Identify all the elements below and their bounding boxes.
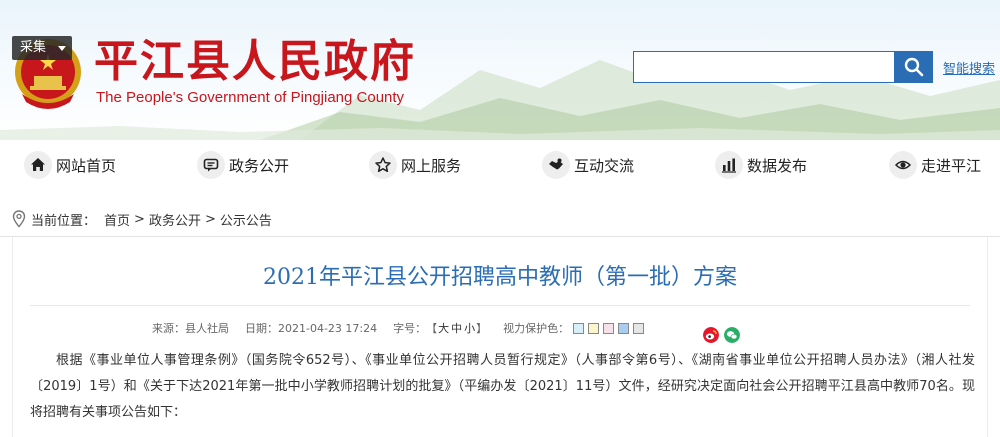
nav-label: 互动交流 xyxy=(574,156,635,175)
smart-search-link[interactable]: 智能搜索 xyxy=(943,58,995,77)
font-size-label: 字号： xyxy=(393,322,427,335)
breadcrumb: 当前位置： 首页 > 政务公开 > 公示公告 xyxy=(12,208,272,230)
title-divider xyxy=(30,305,970,306)
nav-item-gov-affairs[interactable]: 政务公开 xyxy=(197,150,289,180)
article-title: 2021年平江县公开招聘高中教师（第一批）方案 xyxy=(263,265,737,290)
font-size-bracket-open: 【 xyxy=(426,322,438,335)
wechat-share-icon[interactable] xyxy=(724,327,740,343)
vision-color-swatch[interactable] xyxy=(588,322,600,334)
breadcrumb-sep: > xyxy=(204,211,216,227)
font-size-small[interactable]: 小 xyxy=(464,320,475,336)
vision-color-swatch[interactable] xyxy=(633,322,645,334)
article-meta: 来源：县人社局 日期：2021-04-23 17:24 字号： 【 大 中 小 … xyxy=(152,319,645,337)
breadcrumb-prefix: 当前位置： xyxy=(31,213,97,229)
search-button[interactable] xyxy=(895,51,933,83)
breadcrumb-sep: > xyxy=(134,211,145,227)
nav-item-home[interactable]: 网站首页 xyxy=(24,150,116,180)
main-nav: 网站首页 政务公开 网上服务 互动交流 数据发布 走进平江 xyxy=(0,140,1000,192)
search-icon xyxy=(904,57,924,77)
weibo-share-icon[interactable] xyxy=(703,327,719,343)
caret-down-icon xyxy=(58,46,66,51)
vision-color-swatch[interactable] xyxy=(603,322,615,334)
breadcrumb-home[interactable]: 首页 xyxy=(104,210,130,229)
vision-color-swatch[interactable] xyxy=(573,322,585,334)
bar-chart-icon xyxy=(715,151,743,179)
site-header: 采集 平江县人民政府 The People's Government of Pi… xyxy=(0,0,1000,140)
nav-label: 网站首页 xyxy=(56,156,117,175)
collect-label: 采集 xyxy=(20,40,47,55)
handshake-icon xyxy=(542,151,570,179)
article-body-paragraph: 根据《事业单位人事管理条例》（国务院令652号）、《事业单位公开招聘人员暂行规定… xyxy=(30,353,975,420)
nav-item-data-release[interactable]: 数据发布 xyxy=(715,150,807,180)
collect-button[interactable]: 采集 xyxy=(12,36,72,60)
nav-item-interaction[interactable]: 互动交流 xyxy=(542,150,634,180)
breadcrumb-gov-affairs[interactable]: 政务公开 xyxy=(149,210,201,229)
eye-icon xyxy=(889,151,917,179)
search-box xyxy=(633,51,895,83)
nav-label: 数据发布 xyxy=(747,156,808,175)
nav-item-about-pingjiang[interactable]: 走进平江 xyxy=(889,150,981,180)
nav-item-online-service[interactable]: 网上服务 xyxy=(369,150,461,180)
nav-label: 政务公开 xyxy=(229,156,290,175)
home-icon xyxy=(24,151,52,179)
font-size-medium[interactable]: 中 xyxy=(451,320,462,336)
vision-color-swatch[interactable] xyxy=(618,322,630,334)
font-size-large[interactable]: 大 xyxy=(438,320,449,336)
site-subtitle: The People's Government of Pingjiang Cou… xyxy=(96,89,405,106)
chat-icon xyxy=(197,151,225,179)
article-source: 来源：县人社局 xyxy=(152,322,229,335)
font-size-bracket-close: 】 xyxy=(476,322,488,335)
article-date: 日期：2021-04-23 17:24 xyxy=(245,322,378,335)
nav-label: 网上服务 xyxy=(401,156,462,175)
vision-color-label: 视力保护色： xyxy=(503,322,570,335)
breadcrumb-announcements[interactable]: 公示公告 xyxy=(220,210,272,229)
search-input[interactable] xyxy=(634,52,894,82)
location-pin-icon xyxy=(12,210,26,228)
site-title: 平江县人民政府 xyxy=(94,36,416,87)
star-icon xyxy=(369,151,397,179)
nav-label: 走进平江 xyxy=(921,156,982,175)
